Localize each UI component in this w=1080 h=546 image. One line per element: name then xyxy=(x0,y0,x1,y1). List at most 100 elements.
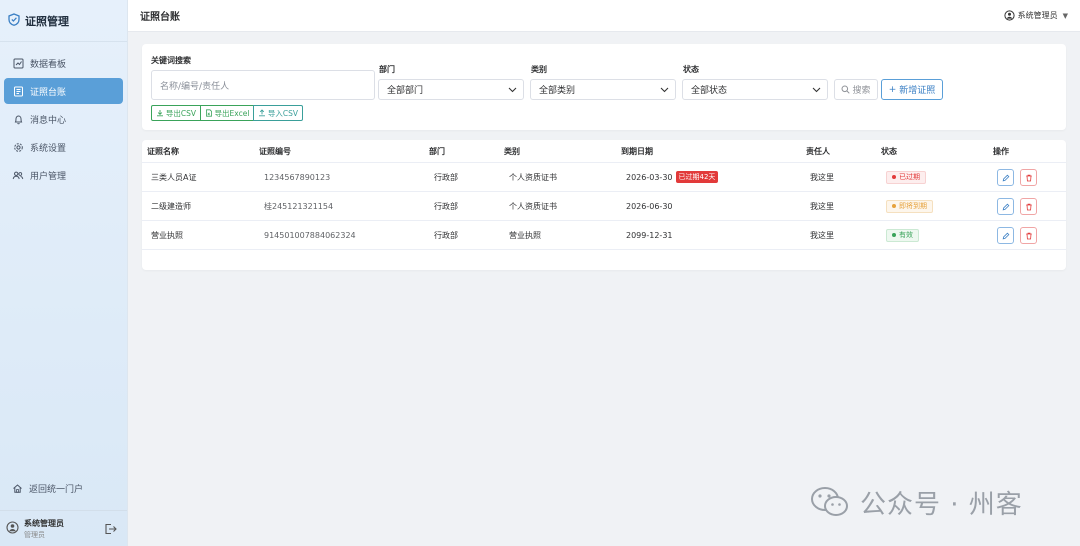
sidebar-item-label: 证照台账 xyxy=(30,87,67,98)
column-header-dept: 部门 xyxy=(429,146,445,156)
caret-down-icon: ▼ xyxy=(1062,11,1068,20)
status-badge: 已过期 xyxy=(886,170,926,184)
search-button[interactable]: 搜索 xyxy=(834,79,878,100)
status-text: 已过期 xyxy=(899,173,920,181)
add-license-label: 新增证照 xyxy=(899,86,936,96)
column-header-actions: 操作 xyxy=(993,146,1009,156)
pencil-icon xyxy=(1002,174,1010,182)
status-badge: 即将到期 xyxy=(886,199,933,213)
cell-expiry: 2026-03-30 xyxy=(626,172,673,182)
table-row: 营业执照 914501007884062324 行政部 营业执照 2099-12… xyxy=(142,221,1066,250)
dept-select[interactable]: 全部部门 xyxy=(378,79,524,100)
table-row: 二级建造师 桂245121321154 行政部 个人资质证书 2026-06-3… xyxy=(142,192,1066,221)
trash-icon xyxy=(1025,203,1033,211)
dept-select-value: 全部部门 xyxy=(387,86,424,96)
overdue-badge: 已过期42天 xyxy=(675,171,719,183)
export-csv-label: 导出CSV xyxy=(165,108,197,118)
sidebar-item-label: 用户管理 xyxy=(30,171,67,182)
export-excel-button[interactable]: 导出Excel xyxy=(200,105,254,121)
sidebar-user-name: 系统管理员 xyxy=(24,518,64,528)
pencil-icon xyxy=(1002,232,1010,240)
header-user-name: 系统管理员 xyxy=(1017,11,1058,20)
sidebar-item-label: 消息中心 xyxy=(30,115,67,126)
edit-button[interactable] xyxy=(997,227,1014,244)
status-select[interactable]: 全部状态 xyxy=(682,79,828,100)
sidebar-user-role: 管理员 xyxy=(24,530,45,539)
trash-icon xyxy=(1025,232,1033,240)
user-icon xyxy=(1004,10,1015,21)
sidebar-item-dashboard[interactable]: 数据看板 xyxy=(4,50,123,76)
bell-icon xyxy=(12,113,24,125)
cell-status: 即将到期 xyxy=(886,192,933,220)
users-icon xyxy=(12,169,24,181)
portal-label: 返回统一门户 xyxy=(29,484,84,495)
sidebar-item-messages[interactable]: 消息中心 xyxy=(4,106,123,132)
keyword-label: 关键词搜索 xyxy=(151,56,191,65)
status-label: 状态 xyxy=(683,65,699,74)
page-title: 证照台账 xyxy=(140,12,180,23)
keyword-search-input[interactable]: 名称/编号/责任人 xyxy=(151,70,375,100)
download-icon xyxy=(156,109,164,117)
search-button-label: 搜索 xyxy=(852,86,871,96)
license-table: 证照名称 证照编号 部门 类别 到期日期 责任人 状态 操作 三类人员A证 12… xyxy=(142,140,1066,270)
cell-number: 914501007884062324 xyxy=(264,230,356,240)
cell-owner: 我这里 xyxy=(810,230,834,240)
chevron-down-icon xyxy=(508,87,517,93)
column-header-status: 状态 xyxy=(881,146,897,156)
add-license-button[interactable]: + 新增证照 xyxy=(881,79,943,100)
export-excel-label: 导出Excel xyxy=(214,108,250,118)
cell-dept: 行政部 xyxy=(434,172,458,182)
column-header-owner: 责任人 xyxy=(806,146,830,156)
watermark-text: 公众号 · 州客 xyxy=(860,489,1023,520)
status-text: 即将到期 xyxy=(899,202,927,210)
import-csv-label: 导入CSV xyxy=(267,108,299,118)
cell-category: 个人资质证书 xyxy=(509,172,557,182)
chevron-down-icon xyxy=(812,87,821,93)
app-title: 证照管理 xyxy=(25,14,69,28)
logout-icon[interactable] xyxy=(104,523,117,538)
edit-button[interactable] xyxy=(997,198,1014,215)
status-badge: 有效 xyxy=(886,228,919,242)
delete-button[interactable] xyxy=(1020,227,1037,244)
column-header-number: 证照编号 xyxy=(259,146,291,156)
delete-button[interactable] xyxy=(1020,169,1037,186)
pencil-icon xyxy=(1002,203,1010,211)
sidebar-item-settings[interactable]: 系统设置 xyxy=(4,134,123,160)
cell-name: 二级建造师 xyxy=(151,201,191,211)
filter-panel: 关键词搜索 名称/编号/责任人 部门 全部部门 类别 全部类别 状态 全部状态 … xyxy=(142,44,1066,130)
sidebar-item-label: 数据看板 xyxy=(30,59,67,70)
keyword-placeholder: 名称/编号/责任人 xyxy=(160,81,230,92)
plus-icon: + xyxy=(888,84,897,95)
category-select[interactable]: 全部类别 xyxy=(530,79,676,100)
header-user-menu[interactable]: 系统管理员 ▼ xyxy=(1004,10,1068,21)
home-icon xyxy=(12,483,23,494)
dashboard-icon xyxy=(12,57,24,69)
chevron-down-icon xyxy=(660,87,669,93)
cell-owner: 我这里 xyxy=(810,172,834,182)
delete-button[interactable] xyxy=(1020,198,1037,215)
category-select-value: 全部类别 xyxy=(539,86,576,96)
app-logo: 证照管理 xyxy=(0,0,127,42)
cell-number: 桂245121321154 xyxy=(264,201,334,211)
status-select-value: 全部状态 xyxy=(691,86,728,96)
column-header-name: 证照名称 xyxy=(147,146,179,156)
sidebar-item-label: 系统设置 xyxy=(30,143,67,154)
sidebar-nav: 数据看板 证照台账 消息中心 系统设置 用户管理 xyxy=(0,50,127,188)
edit-button[interactable] xyxy=(997,169,1014,186)
cell-category: 个人资质证书 xyxy=(509,201,557,211)
cell-status: 有效 xyxy=(886,221,919,249)
sidebar-item-users[interactable]: 用户管理 xyxy=(4,162,123,188)
export-csv-button[interactable]: 导出CSV xyxy=(151,105,201,121)
sidebar-user: 系统管理员 管理员 xyxy=(0,510,127,546)
import-csv-button[interactable]: 导入CSV xyxy=(253,105,303,121)
watermark: 公众号 · 州客 xyxy=(810,480,1070,524)
sidebar-item-ledger[interactable]: 证照台账 xyxy=(4,78,123,104)
cell-name: 营业执照 xyxy=(151,230,183,240)
return-portal-link[interactable]: 返回统一门户 xyxy=(4,476,123,500)
cell-category: 营业执照 xyxy=(509,230,541,240)
wechat-icon xyxy=(810,485,850,519)
top-bar: 证照台账 系统管理员 ▼ xyxy=(128,0,1080,32)
cell-dept: 行政部 xyxy=(434,230,458,240)
trash-icon xyxy=(1025,174,1033,182)
cell-expiry-wrap: 2026-03-30 已过期42天 xyxy=(626,163,719,191)
